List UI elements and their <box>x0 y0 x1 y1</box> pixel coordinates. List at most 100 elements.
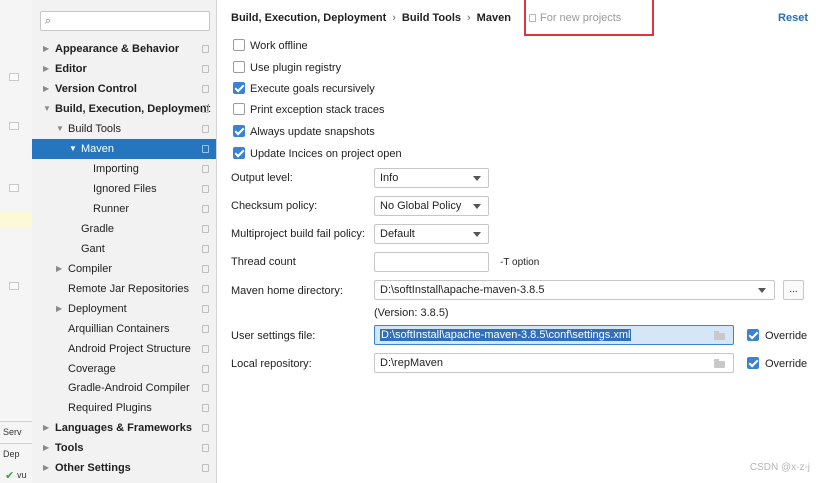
expand-arrow-icon: ▶ <box>56 264 63 273</box>
expand-arrow-icon: ▶ <box>43 84 50 93</box>
collapse-arrow-icon: ▼ <box>56 124 64 133</box>
user-settings-input[interactable]: D:\softInstall\apache-maven-3.8.5\conf\s… <box>374 325 734 345</box>
tree-item-build-tools[interactable]: ▼ Build Tools <box>32 119 216 139</box>
local-repository-label: Local repository: <box>231 358 312 370</box>
tree-item-editor[interactable]: ▶ Editor <box>32 59 216 79</box>
tree-item-maven[interactable]: ▼ Maven <box>32 139 216 159</box>
thread-count-input[interactable] <box>374 252 489 272</box>
maven-version-text: (Version: 3.8.5) <box>374 307 449 319</box>
expand-arrow-icon: ▶ <box>43 463 50 472</box>
checkbox-box[interactable] <box>233 39 245 51</box>
project-scope-icon <box>202 464 209 472</box>
project-scope-icon <box>202 325 209 333</box>
project-scope-icon <box>202 305 209 313</box>
project-scope-icon <box>202 185 209 193</box>
output-level-select[interactable]: Info <box>374 168 489 188</box>
tree-item-other-settings[interactable]: ▶ Other Settings <box>32 458 216 478</box>
chevron-down-icon <box>758 288 766 293</box>
browse-maven-home-button[interactable]: ... <box>783 280 804 300</box>
folder-icon[interactable] <box>714 331 725 340</box>
checkbox-box[interactable] <box>233 82 245 94</box>
thread-count-label: Thread count <box>231 256 296 268</box>
project-scope-icon <box>202 245 209 253</box>
tree-item-importing[interactable]: Importing <box>32 159 216 179</box>
checksum-policy-select[interactable]: No Global Policy <box>374 196 489 216</box>
tree-item-gradle[interactable]: Gradle <box>32 219 216 239</box>
tree-item-deployment[interactable]: ▶ Deployment <box>32 299 216 319</box>
breadcrumb-item[interactable]: Build, Execution, Deployment <box>231 12 386 24</box>
multiproject-policy-select[interactable]: Default <box>374 224 489 244</box>
project-scope-icon <box>202 205 209 213</box>
project-scope-icon <box>529 14 536 22</box>
tree-item-arquillian-containers[interactable]: Arquillian Containers <box>32 319 216 339</box>
output-level-label: Output level: <box>231 172 293 184</box>
checkbox-box[interactable] <box>233 103 245 115</box>
tree-item-appearance[interactable]: ▶ Appearance & Behavior <box>32 39 216 59</box>
breadcrumb-separator-icon: › <box>392 12 396 24</box>
tree-item-required-plugins[interactable]: Required Plugins <box>32 398 216 418</box>
tree-item-tools[interactable]: ▶ Tools <box>32 438 216 458</box>
project-scope-icon <box>202 424 209 432</box>
collapse-arrow-icon: ▼ <box>43 104 51 113</box>
tree-item-version-control[interactable]: ▶ Version Control <box>32 79 216 99</box>
expand-arrow-icon: ▶ <box>56 304 63 313</box>
checkbox-box[interactable] <box>233 147 245 159</box>
project-scope-icon <box>202 444 209 452</box>
highlighted-line <box>0 211 32 227</box>
breadcrumb-item[interactable]: Build Tools <box>402 12 461 24</box>
services-tab[interactable]: Serv <box>3 427 22 437</box>
project-scope-icon <box>202 384 209 392</box>
expand-arrow-icon: ▶ <box>43 423 50 432</box>
expand-arrow-icon: ▶ <box>43 44 50 53</box>
tree-item-languages-frameworks[interactable]: ▶ Languages & Frameworks <box>32 418 216 438</box>
breadcrumb-separator-icon: › <box>467 12 471 24</box>
checkbox-box[interactable] <box>233 125 245 137</box>
settings-tree: ⌕ ▶ Appearance & Behavior ▶ Editor ▶ Ver… <box>32 0 217 483</box>
project-scope-icon <box>202 125 209 133</box>
tree-item-build-execution-deployment[interactable]: ▼ Build, Execution, Deployment <box>32 99 216 119</box>
project-scope-icon <box>202 165 209 173</box>
tree-item-android-project-structure[interactable]: Android Project Structure <box>32 339 216 359</box>
maven-home-combo[interactable]: D:\softInstall\apache-maven-3.8.5 <box>374 280 775 300</box>
project-scope-icon <box>202 105 209 113</box>
project-scope-icon <box>202 225 209 233</box>
tree-item-remote-jar-repositories[interactable]: Remote Jar Repositories <box>32 279 216 299</box>
checkbox-box[interactable] <box>747 329 759 341</box>
gutter-marker <box>9 73 19 81</box>
chevron-down-icon <box>473 204 481 209</box>
local-repository-input[interactable]: D:\repMaven <box>374 353 734 373</box>
user-settings-label: User settings file: <box>231 330 316 342</box>
tree-item-gradle-android-compiler[interactable]: Gradle-Android Compiler <box>32 378 216 398</box>
collapse-arrow-icon: ▼ <box>69 144 77 153</box>
project-scope-icon <box>202 85 209 93</box>
multiproject-policy-label: Multiproject build fail policy: <box>231 228 365 240</box>
project-scope-icon <box>202 404 209 412</box>
tree-item-gant[interactable]: Gant <box>32 239 216 259</box>
tree-item-coverage[interactable]: Coverage <box>32 359 216 379</box>
checkbox-box[interactable] <box>233 61 245 73</box>
background-ide-panel: Serv Dep ✔ vu <box>0 0 33 483</box>
expand-arrow-icon: ▶ <box>43 64 50 73</box>
settings-search-input[interactable]: ⌕ <box>40 11 210 31</box>
chevron-down-icon <box>473 176 481 181</box>
breadcrumb: Build, Execution, Deployment › Build Tools… <box>231 12 511 24</box>
project-scope-icon <box>202 65 209 73</box>
thread-count-hint: -T option <box>500 257 540 268</box>
success-check-icon: ✔ <box>5 470 15 482</box>
watermark: CSDN @x-z-j <box>749 462 810 473</box>
project-scope-icon <box>202 345 209 353</box>
project-scope-icon <box>202 285 209 293</box>
project-scope-icon <box>202 45 209 53</box>
deploy-tab[interactable]: Dep <box>3 449 20 459</box>
status-text: vu <box>17 470 27 480</box>
project-scope-icon <box>202 265 209 273</box>
tree-item-compiler[interactable]: ▶ Compiler <box>32 259 216 279</box>
tree-item-runner[interactable]: Runner <box>32 199 216 219</box>
project-scope-icon <box>202 365 209 373</box>
reset-link[interactable]: Reset <box>778 12 808 24</box>
tree-item-ignored-files[interactable]: Ignored Files <box>32 179 216 199</box>
folder-icon[interactable] <box>714 359 725 368</box>
maven-home-label: Maven home directory: <box>231 285 343 297</box>
scope-note: For new projects <box>529 12 621 24</box>
checkbox-box[interactable] <box>747 357 759 369</box>
